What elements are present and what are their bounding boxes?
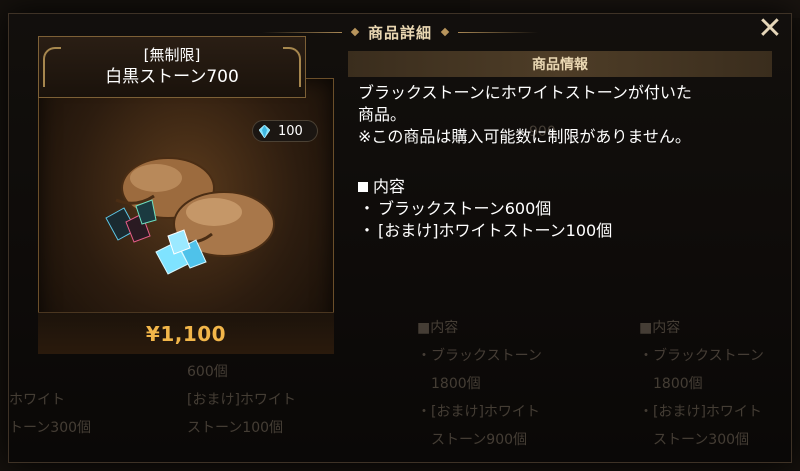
modal-title: 商品詳細 (367, 23, 432, 42)
square-bullet-icon (358, 182, 368, 192)
price-bar[interactable]: ¥1,100 (38, 312, 334, 354)
item-header: [無制限] 白黒ストーン700 (38, 36, 306, 98)
dot-bullet-icon: ・ (358, 199, 375, 218)
item-limit-tag: [無制限] (143, 46, 201, 64)
desc-line-2: 商品。 (358, 105, 407, 124)
item-contents: 内容 ・ ブラックストーン600個 ・ [おまけ]ホワイトストーン100個 (358, 176, 778, 242)
desc-line-3: ※この商品は購入可能数に制限がありません。 (358, 127, 691, 146)
list-item: ・ ブラックストーン600個 (358, 198, 778, 220)
item-name: 白黒ストーン700 (105, 67, 239, 87)
header-ornament-right (283, 47, 301, 87)
stone-bags-icon (105, 157, 275, 275)
gem-count: 100 (278, 123, 303, 139)
item-description: ブラックストーンにホワイトストーンが付いた 商品。 ※この商品は購入可能数に制限… (358, 82, 778, 148)
item-price: ¥1,100 (145, 321, 227, 346)
contents-title: 内容 (373, 177, 406, 196)
title-divider-left (261, 31, 342, 33)
gem-count-badge: 100 (252, 120, 318, 142)
contents-title-row: 内容 (358, 176, 778, 198)
contents-item-2: [おまけ]ホワイトストーン100個 (378, 221, 613, 240)
contents-item-1: ブラックストーン600個 (378, 199, 552, 218)
info-section-header: 商品情報 (348, 51, 772, 77)
info-header-label: 商品情報 (532, 57, 588, 73)
title-ornament-left (350, 27, 360, 37)
list-item: ・ [おまけ]ホワイトストーン100個 (358, 220, 778, 242)
title-ornament-right (440, 27, 450, 37)
header-ornament-left (43, 47, 61, 87)
gem-icon (259, 124, 270, 138)
title-divider-right (458, 31, 538, 33)
close-button[interactable]: ✕ (755, 14, 785, 44)
dot-bullet-icon: ・ (358, 221, 375, 240)
desc-line-1: ブラックストーンにホワイトストーンが付いた (358, 83, 692, 102)
close-icon: ✕ (757, 11, 783, 46)
